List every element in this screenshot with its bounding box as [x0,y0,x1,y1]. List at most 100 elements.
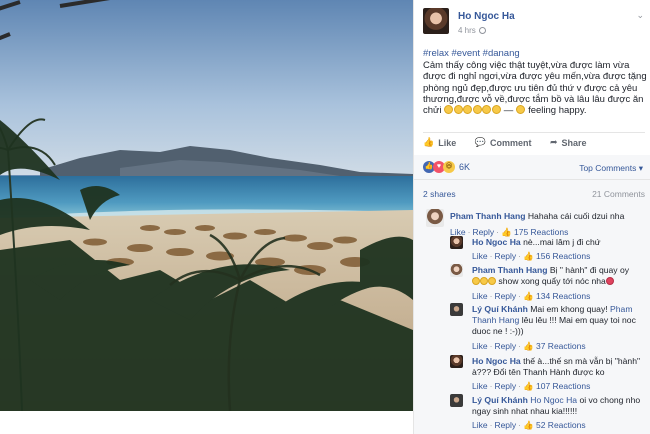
comment-like-link[interactable]: Like [472,420,488,430]
comment-text: show xong quẩy tới nóc nha [498,276,606,286]
comment-reactions-link[interactable]: 37 Reactions [536,341,586,351]
comments-count[interactable]: 21 Comments [592,189,645,199]
comment: Pham Thanh Hang Hahaha cái cuối dzui nha… [426,209,646,239]
thumbs-up-icon: 👍 [523,341,534,351]
laugh-emoji-icon [463,105,473,115]
reply: Lý Quí Khánh Ho Ngoc Ha oi vo chong nho … [450,394,646,434]
thumbs-up-icon: 👍 [423,137,435,147]
chevron-down-icon[interactable]: ⌄ [636,10,644,21]
laugh-emoji-icon [491,105,501,115]
divider [423,132,645,133]
beach-photo-image [0,0,413,411]
share-label: Share [561,137,587,148]
laugh-emoji-icon [444,105,454,115]
laugh-emoji-icon [472,105,482,115]
comment-actions: Like · Reply · 👍 107 Reactions [472,381,591,391]
comment-text: Hahaha cái cuối dzui nha [527,211,625,221]
stats-row: 2 shares 21 Comments [414,179,650,205]
author-name[interactable]: Ho Ngoc Ha [458,11,515,22]
reply: Ho Ngoc Ha nè...mai lâm j đi chứ Like · Re… [450,236,646,266]
comment-like-link[interactable]: Like [472,291,488,301]
comment-reactions-link[interactable]: 52 Reactions [536,420,586,430]
commenter-avatar[interactable] [450,355,463,368]
comment-reply-link[interactable]: Reply [494,251,516,261]
comment-button[interactable]: 💬 Comment [475,137,532,148]
author-avatar[interactable] [423,8,449,34]
laugh-emoji-icon [482,105,492,115]
like-button[interactable]: 👍 Like [423,137,456,148]
post-hashtags[interactable]: #relax #event #danang [423,48,648,59]
comments-list: Pham Thanh Hang Hahaha cái cuối dzui nha… [414,205,650,434]
commenter-name[interactable]: Lý Quí Khánh [472,304,528,314]
commenter-avatar[interactable] [450,236,463,249]
comment-text: nè...mai lâm j đi chứ [523,237,601,247]
haha-reaction-icon[interactable]: 😆 [443,161,455,173]
comment-reactions-link[interactable]: 156 Reactions [536,251,590,261]
globe-icon [478,27,486,34]
comment-reply-link[interactable]: Reply [494,341,516,351]
emoji-group [444,105,501,116]
speech-bubble-icon: 💬 [474,137,486,147]
commenter-avatar[interactable] [450,394,463,407]
post-time[interactable]: 4 hrs [458,26,476,35]
comment-reply-link[interactable]: Reply [494,420,516,430]
comment-like-link[interactable]: Like [472,381,488,391]
laugh-emoji-icon [488,277,496,285]
comment-actions: Like · Reply · 👍 37 Reactions [472,341,586,351]
laugh-emoji-icon [480,277,488,285]
thumbs-up-icon: 👍 [523,251,534,261]
comment-body: Pham Thanh Hang Bị " hành" đi quay oy sh… [472,265,646,287]
comment-text: Mai em khong quay! [530,304,608,314]
reaction-count[interactable]: 6K [459,162,470,172]
comment-tag[interactable]: Ho Ngoc Ha [530,395,577,405]
reply: Pham Thanh Hang Bị " hành" đi quay oy sh… [450,264,646,304]
feeling-dash: — [503,105,514,117]
thumbs-up-icon: 👍 [523,291,534,301]
laugh-emoji-icon [453,105,463,115]
commenter-name[interactable]: Ho Ngoc Ha [472,237,521,247]
share-button[interactable]: ➦ Share [550,137,587,148]
feeling-text: feeling happy. [528,105,587,117]
post-meta: 4 hrs [458,26,486,35]
post-actions: 👍 Like 💬 Comment ➦ Share [423,137,643,153]
comment-reply-link[interactable]: Reply [494,381,516,391]
like-label: Like [438,137,457,148]
reply: Ho Ngoc Ha thế à...thế sn mà vẫn bị "hàn… [450,355,646,395]
commenter-name[interactable]: Lý Quí Khánh [472,395,528,405]
comment-body: Pham Thanh Hang Hahaha cái cuối dzui nha [450,211,646,222]
commenter-name[interactable]: Pham Thanh Hang [472,265,547,275]
shares-count[interactable]: 2 shares [423,189,456,199]
post-photo[interactable] [0,0,413,411]
post-caption: Cảm thấy công việc thật tuyệt,vừa được l… [423,60,647,116]
post-panel: Ho Ngoc Ha 4 hrs ⌄ #relax #event #danang… [413,0,650,434]
comment-actions: Like · Reply · 👍 156 Reactions [472,251,591,261]
post-header: Ho Ngoc Ha 4 hrs ⌄ [423,8,648,38]
comment-like-link[interactable]: Like [472,251,488,261]
comment-body: Ho Ngoc Ha thế à...thế sn mà vẫn bị "hàn… [472,356,644,378]
commenter-avatar[interactable] [450,303,463,316]
top-comments-dropdown[interactable]: Top Comments ▾ [579,163,643,174]
comment-text: Bị " hành" đi quay oy [549,265,630,275]
reply: Lý Quí Khánh Mai em khong quay! Pham Tha… [450,303,646,353]
commenter-avatar[interactable] [450,264,463,277]
commenter-name[interactable]: Ho Ngoc Ha [472,356,521,366]
comment-label: Comment [489,137,532,148]
comment-body: Lý Quí Khánh Mai em khong quay! Pham Tha… [472,304,644,337]
laugh-emoji-icon [472,277,480,285]
comment-body: Lý Quí Khánh Ho Ngoc Ha oi vo chong nho … [472,395,644,417]
smile-emoji-icon [515,105,525,115]
reactions-row: 👍 ♥ 😆 6K Top Comments ▾ [414,155,650,179]
thumbs-up-icon: 👍 [523,420,534,430]
commenter-name[interactable]: Pham Thanh Hang [450,211,525,221]
comment-reactions-link[interactable]: 107 Reactions [536,381,590,391]
comment-actions: Like · Reply · 👍 52 Reactions [472,420,586,430]
commenter-avatar[interactable] [426,209,444,227]
comment-reactions-link[interactable]: 134 Reactions [536,291,590,301]
comment-like-link[interactable]: Like [472,341,488,351]
lips-emoji-icon [605,277,614,285]
thumbs-up-icon: 👍 [523,381,534,391]
comment-reply-link[interactable]: Reply [494,291,516,301]
share-arrow-icon: ➦ [550,137,558,147]
comment-body: Ho Ngoc Ha nè...mai lâm j đi chứ [472,237,646,248]
comment-actions: Like · Reply · 👍 134 Reactions [472,291,591,301]
